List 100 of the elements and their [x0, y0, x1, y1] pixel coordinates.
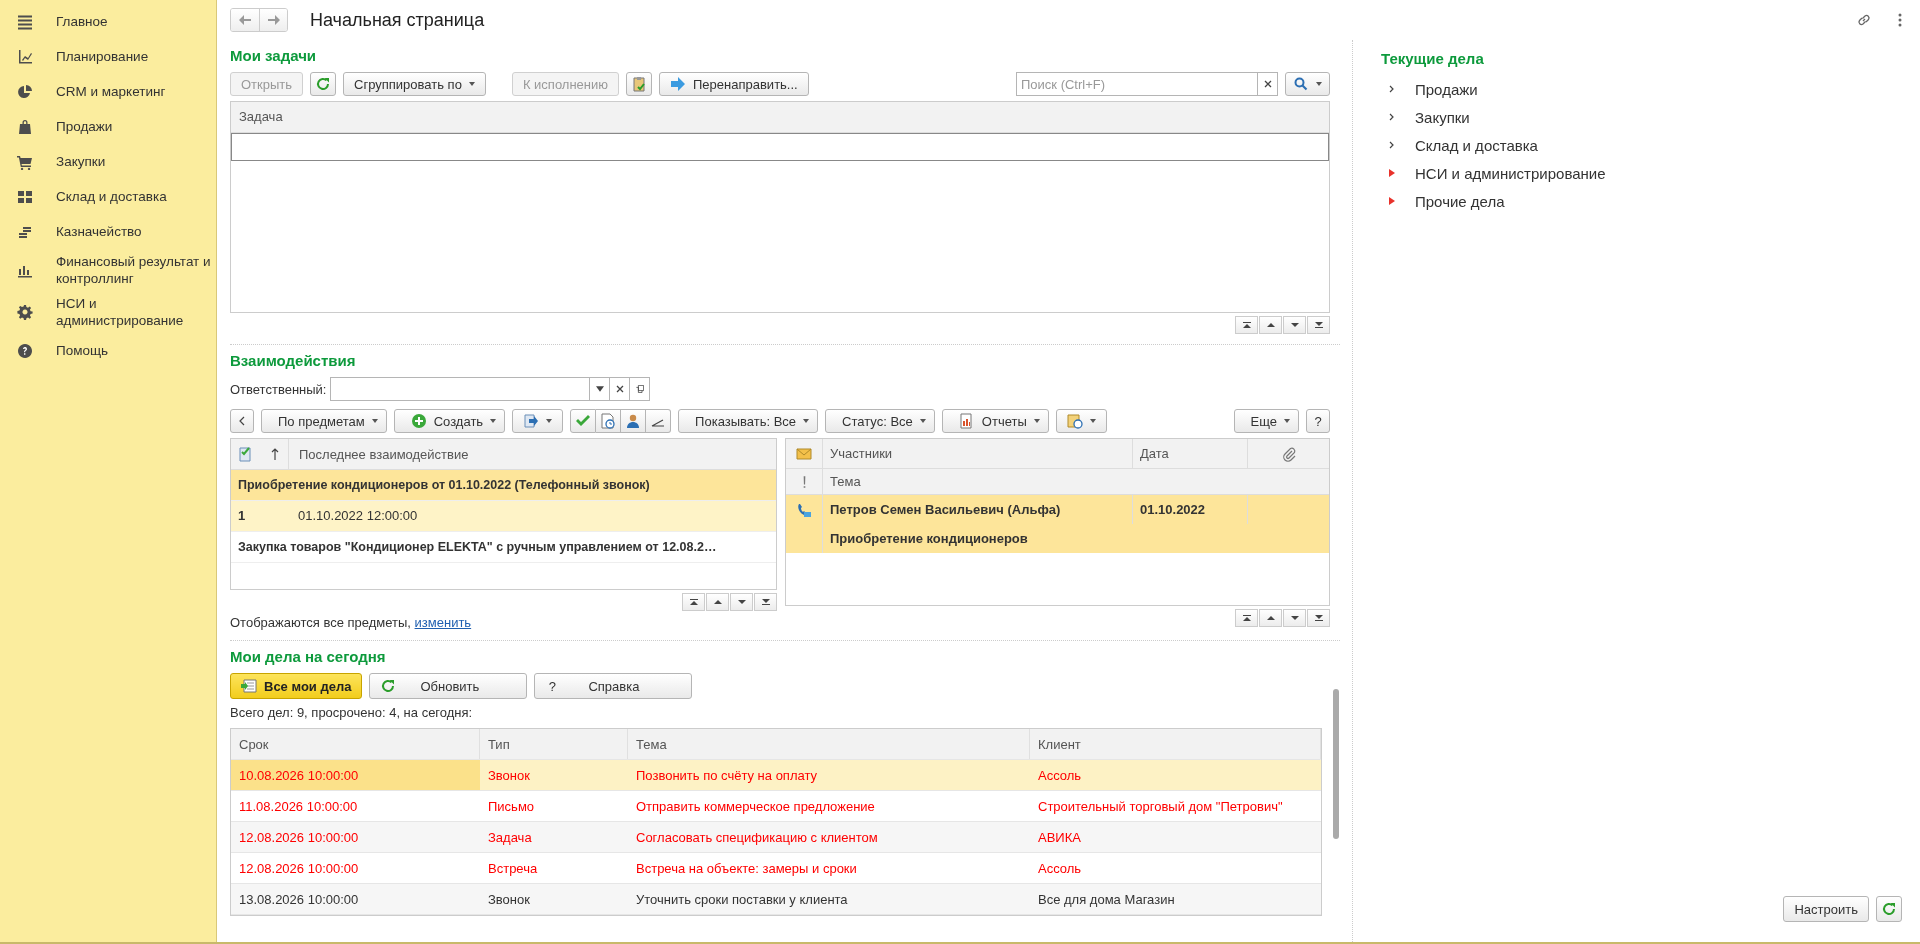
search-field[interactable]: Поиск (Ctrl+F) — [1016, 72, 1258, 96]
sidebar-item[interactable]: Помощь — [0, 333, 216, 368]
envelope-icon — [796, 445, 812, 462]
show-filter-button[interactable]: Показывать: Все — [678, 409, 819, 433]
plus-circle-icon — [410, 413, 427, 429]
next-button[interactable] — [1283, 609, 1306, 627]
current-task-item[interactable]: Закупки — [1381, 103, 1902, 131]
previous-button[interactable] — [1259, 316, 1282, 334]
triangle-down-icon — [737, 599, 746, 605]
table-cell-text: Согласовать спецификацию с клиентом — [635, 828, 879, 847]
field-label: Ответственный: — [230, 381, 327, 397]
sidebar-item[interactable]: Склад и доставка — [0, 179, 216, 214]
current-task-item[interactable]: Прочие дела — [1381, 187, 1902, 215]
schedule-button[interactable] — [1055, 409, 1107, 433]
task-row[interactable]: 12.08.2026 10:00:00 Задача Согласовать спецификацию с клиентом АВИКА — [231, 822, 1321, 853]
table-cell-text: АВИКА — [1037, 828, 1082, 847]
last-page-button[interactable] — [1307, 609, 1330, 627]
sidebar-item[interactable]: Главное — [0, 4, 216, 39]
sidebar-item[interactable]: Закупки — [0, 144, 216, 179]
current-task-item[interactable]: Склад и доставка — [1381, 131, 1902, 159]
responsible-field[interactable] — [330, 377, 591, 401]
sidebar-item[interactable]: CRM и маркетинг — [0, 74, 216, 109]
open-window-icon[interactable] — [630, 377, 651, 401]
sidebar-item[interactable]: Финансовый результат и контроллинг — [0, 249, 216, 291]
sidebar-item[interactable]: Продажи — [0, 109, 216, 144]
section-title: Мои задачи — [230, 46, 318, 66]
caret-icon — [371, 419, 378, 423]
current-task-item[interactable]: Продажи — [1381, 75, 1902, 103]
angle-button[interactable] — [646, 409, 672, 433]
dropdown-icon[interactable] — [590, 377, 611, 401]
triangle-up-icon — [1266, 322, 1275, 328]
column-header: Последнее взаимодействие — [298, 446, 469, 462]
change-link[interactable]: изменить — [414, 615, 472, 630]
table-cell-text: 12.08.2026 10:00:00 — [238, 859, 360, 878]
clipboard-button[interactable] — [626, 72, 652, 96]
deadline-button[interactable] — [596, 409, 622, 433]
current-task-item[interactable]: НСИ и администрирование — [1381, 159, 1902, 187]
link-icon[interactable] — [1856, 12, 1872, 28]
help-button[interactable]: ? — [1306, 409, 1330, 433]
table-cell-text: Приобретение кондиционеров — [829, 531, 1028, 546]
first-page-button[interactable] — [1235, 316, 1258, 334]
status-filter-button[interactable]: Статус: Все — [825, 409, 935, 433]
create-button[interactable]: Создать — [393, 409, 506, 433]
more-options-icon[interactable] — [1898, 12, 1902, 28]
person-icon — [625, 413, 642, 429]
last-page-button[interactable] — [1307, 316, 1330, 334]
by-subject-button[interactable]: По предметам — [261, 409, 387, 433]
sidebar-item[interactable]: НСИ и администрирование — [0, 291, 216, 333]
checkmark-icon — [575, 413, 592, 429]
next-button[interactable] — [730, 593, 753, 611]
task-row[interactable]: 10.08.2026 10:00:00 Звонок Позвонить по счёту на оплату Ассоль — [231, 760, 1321, 791]
clear-icon[interactable] — [1258, 72, 1278, 96]
first-page-button[interactable] — [682, 593, 705, 611]
table-cell: Петров Семен Васильевич (Альфа) — [823, 495, 1133, 524]
clear-icon[interactable] — [610, 377, 631, 401]
reports-button[interactable]: Отчеты — [941, 409, 1049, 433]
next-button[interactable] — [1283, 316, 1306, 334]
sidebar-item[interactable]: Казначейство — [0, 214, 216, 249]
redirect-button[interactable]: Перенаправить... — [659, 72, 809, 96]
subject-group-row[interactable]: Приобретение кондиционеров от 01.10.2022 (Телефонный звонок) — [231, 470, 776, 501]
empty-row[interactable] — [231, 133, 1329, 161]
check-button[interactable] — [570, 409, 597, 433]
triangle-up-icon — [713, 599, 722, 605]
sidebar-item[interactable]: Планирование — [0, 39, 216, 74]
interaction-record[interactable]: Петров Семен Васильевич (Альфа) 01.10.2022 Приобретение кондиционеров — [786, 495, 1329, 553]
more-button[interactable]: Еще — [1233, 409, 1299, 433]
clipboard-check-icon — [631, 76, 647, 92]
table-cell-text: Позвонить по счёту на оплату — [635, 766, 819, 785]
person-button[interactable] — [621, 409, 647, 433]
pie-chart-icon — [17, 83, 33, 100]
section-title: Взаимодействия — [230, 351, 357, 371]
previous-button[interactable] — [1259, 609, 1282, 627]
line-chart-icon — [17, 48, 33, 65]
caret-icon — [1033, 419, 1040, 423]
all-tasks-button[interactable]: Все мои дела — [230, 673, 363, 699]
document-arrow-icon — [523, 413, 540, 429]
table-cell: 01.10.2022 — [1133, 495, 1248, 524]
refresh-icon — [1881, 901, 1897, 917]
subject-group-row[interactable]: Закупка товаров "Кондиционер ELEKTA" с ручным управлением от 12.08.2… — [231, 532, 776, 563]
document-button[interactable] — [512, 409, 564, 433]
table-cell-text: Строительный торговый дом "Петрович" — [1037, 797, 1284, 816]
column-header: Дата — [1133, 439, 1248, 468]
refresh-button[interactable] — [1876, 896, 1902, 922]
cart-icon — [17, 153, 33, 170]
table-cell-text: Звонок — [487, 890, 531, 909]
last-page-button[interactable] — [754, 593, 777, 611]
refresh-button[interactable] — [310, 72, 337, 96]
search-icon — [1293, 76, 1309, 92]
configure-button[interactable]: Настроить — [1783, 896, 1869, 922]
refresh-button[interactable]: Обновить — [369, 673, 528, 699]
back-button[interactable] — [231, 9, 259, 31]
search-button[interactable] — [1285, 72, 1330, 96]
previous-button[interactable] — [706, 593, 729, 611]
jump-to-bottom-icon — [1314, 615, 1323, 621]
task-row[interactable]: 13.08.2026 10:00:00 Звонок Уточнить сроки поставки у клиента Все для дома Магазин — [231, 884, 1321, 915]
first-page-button[interactable] — [1235, 609, 1258, 627]
forward-button[interactable] — [259, 9, 287, 31]
group-by-button[interactable]: Сгруппировать по — [343, 72, 486, 96]
help-button[interactable]: ? Справка — [534, 673, 693, 699]
subject-row[interactable]: 1 01.10.2022 12:00:00 — [231, 501, 776, 532]
